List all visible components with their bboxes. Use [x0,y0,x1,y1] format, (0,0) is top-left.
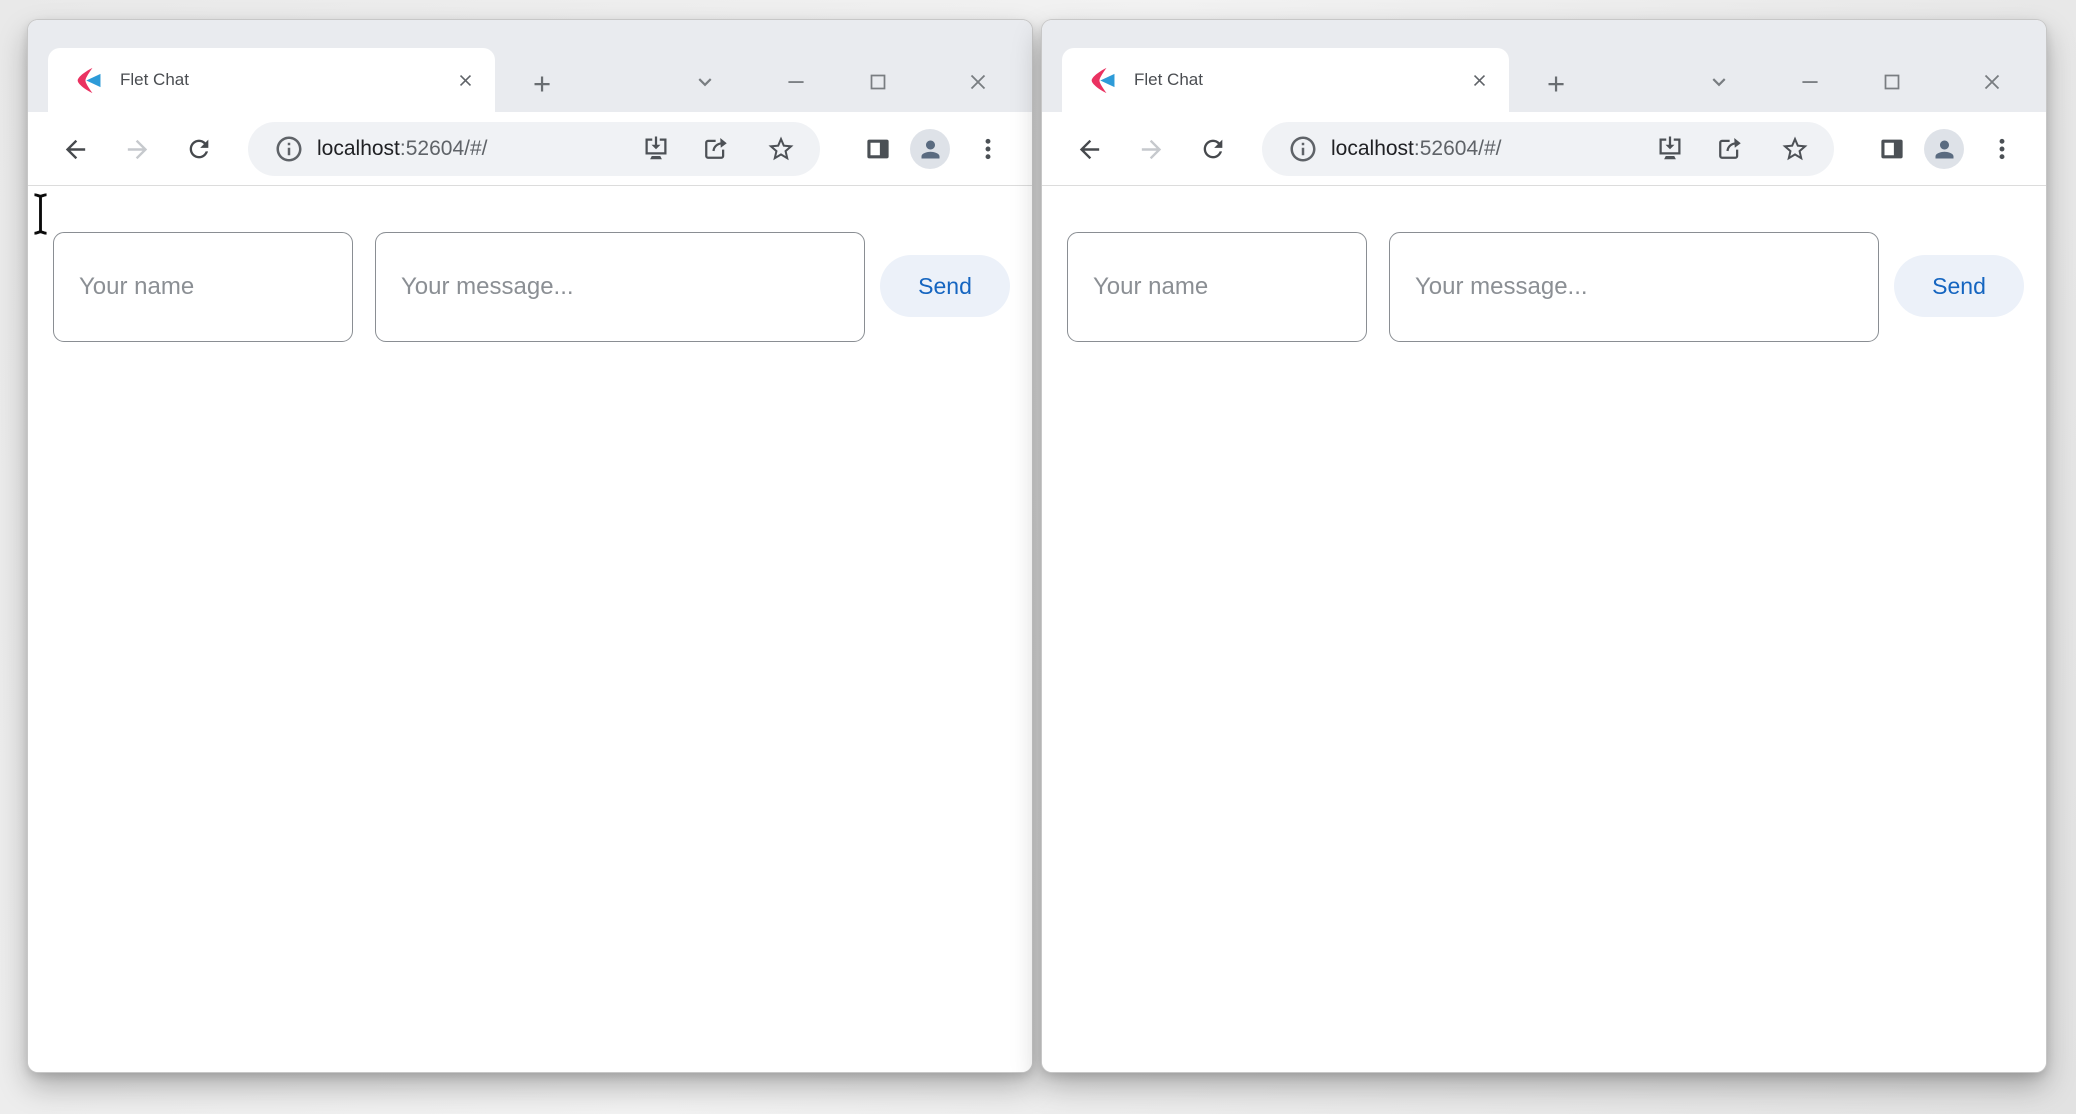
forward-icon[interactable] [107,119,167,179]
profile-avatar[interactable] [1914,119,1974,179]
browser-window-right: Flet Chat + [1042,20,2046,1072]
install-app-icon[interactable] [1655,134,1685,164]
flet-chat-page: Send [1042,186,2046,1072]
tab-strip: Flet Chat + [28,20,1032,112]
tab-flet-chat[interactable]: Flet Chat [1062,48,1509,112]
text-cursor-pointer [31,192,50,236]
share-icon[interactable] [700,134,730,164]
address-bar[interactable]: localhost:52604/#/ [1262,122,1834,176]
window-close-button[interactable] [1972,62,2012,102]
window-close-button[interactable] [958,62,998,102]
install-app-icon[interactable] [641,134,671,164]
url-text: localhost:52604/#/ [1331,137,1501,161]
avatar-person-icon [910,129,950,169]
bookmark-star-icon[interactable] [1780,134,1810,164]
browser-window-left: Flet Chat + [28,20,1032,1072]
flet-chat-page: Send [28,186,1032,1072]
tab-title: Flet Chat [1134,70,1463,90]
tab-title: Flet Chat [120,70,449,90]
tab-close-icon[interactable] [1463,64,1495,96]
site-info-icon[interactable] [1288,134,1318,164]
browser-toolbar: localhost:52604/#/ [28,112,1032,186]
url-host: localhost [317,137,400,160]
send-button[interactable]: Send [880,255,1010,317]
browser-menu-dots-icon[interactable] [1972,119,2032,179]
tab-search-chevron-icon[interactable] [1699,62,1739,102]
browser-toolbar: localhost:52604/#/ [1042,112,2046,186]
name-input[interactable] [53,232,353,342]
share-icon[interactable] [1714,134,1744,164]
browser-menu-dots-icon[interactable] [958,119,1018,179]
flet-logo-icon [1090,67,1117,94]
avatar-person-icon [1924,129,1964,169]
side-panel-icon[interactable] [848,119,908,179]
message-input[interactable] [375,232,865,342]
tab-strip: Flet Chat + [1042,20,2046,112]
reload-icon[interactable] [1183,119,1243,179]
forward-icon[interactable] [1121,119,1181,179]
side-panel-icon[interactable] [1862,119,1922,179]
maximize-button[interactable] [858,62,898,102]
url-text: localhost:52604/#/ [317,137,487,161]
name-input[interactable] [1067,232,1367,342]
reload-icon[interactable] [169,119,229,179]
bookmark-star-icon[interactable] [766,134,796,164]
maximize-button[interactable] [1872,62,1912,102]
send-button[interactable]: Send [1894,255,2024,317]
new-tab-button[interactable]: + [520,61,564,105]
back-icon[interactable] [45,119,105,179]
url-path: :52604/#/ [400,137,488,160]
tab-flet-chat[interactable]: Flet Chat [48,48,495,112]
url-path: :52604/#/ [1414,137,1502,160]
address-bar[interactable]: localhost:52604/#/ [248,122,820,176]
profile-avatar[interactable] [900,119,960,179]
flet-logo-icon [76,67,103,94]
minimize-button[interactable] [1790,62,1830,102]
message-input[interactable] [1389,232,1879,342]
url-host: localhost [1331,137,1414,160]
site-info-icon[interactable] [274,134,304,164]
minimize-button[interactable] [776,62,816,102]
new-tab-button[interactable]: + [1534,61,1578,105]
tab-search-chevron-icon[interactable] [685,62,725,102]
tab-close-icon[interactable] [449,64,481,96]
back-icon[interactable] [1059,119,1119,179]
